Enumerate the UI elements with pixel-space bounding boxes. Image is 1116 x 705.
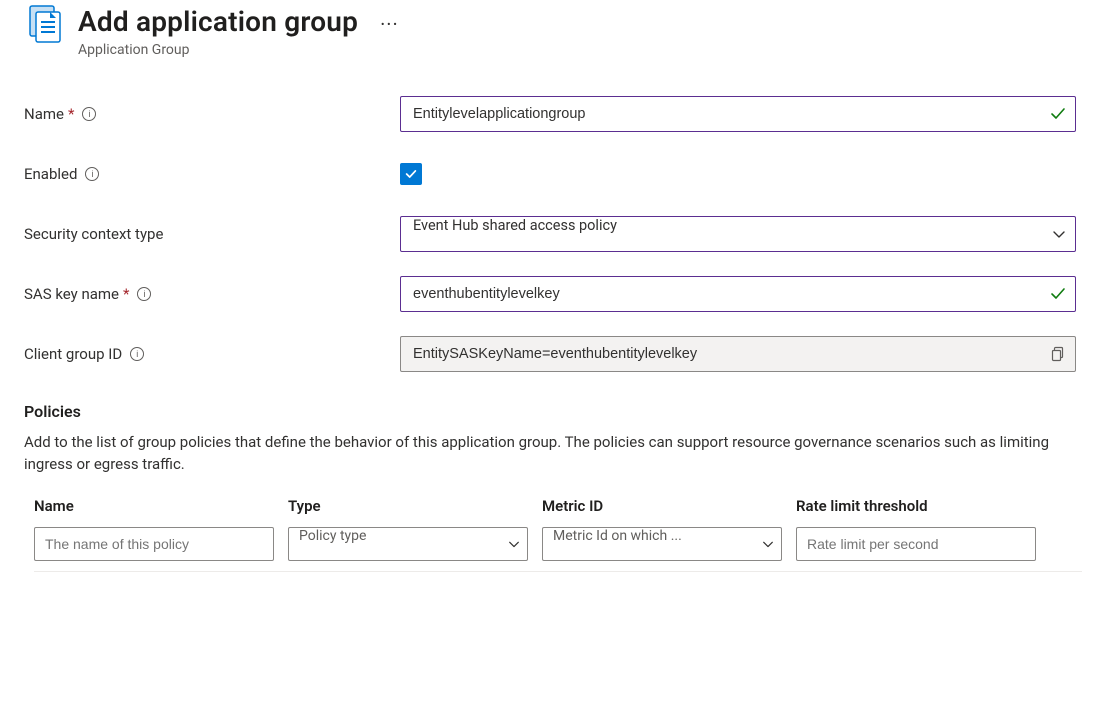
name-input[interactable] [400, 96, 1076, 132]
info-icon[interactable]: i [85, 167, 99, 181]
table-separator [34, 571, 1082, 572]
check-icon [1050, 106, 1066, 122]
enabled-label: Enabled [24, 165, 77, 183]
policies-col-threshold: Rate limit threshold [796, 497, 1036, 515]
policy-type-select[interactable]: Policy type [288, 527, 528, 561]
policy-metric-placeholder: Metric Id on which ... [553, 528, 682, 544]
policies-col-metric: Metric ID [542, 497, 782, 515]
policy-name-input[interactable] [34, 527, 274, 561]
required-marker: * [68, 105, 74, 123]
info-icon[interactable]: i [82, 107, 96, 121]
info-icon[interactable]: i [137, 287, 151, 301]
policy-threshold-input[interactable] [796, 527, 1036, 561]
policies-col-type: Type [288, 497, 528, 515]
policies-section-title: Policies [24, 402, 1092, 421]
copy-icon[interactable] [1050, 346, 1066, 362]
security-context-type-value: Event Hub shared access policy [413, 217, 617, 234]
application-group-icon [24, 4, 64, 44]
more-actions-button[interactable]: ··· [380, 14, 399, 34]
page-title: Add application group [78, 4, 358, 40]
policy-new-row: Policy type Metric Id on which ... [24, 527, 1092, 571]
security-context-type-label: Security context type [24, 225, 163, 243]
policy-metric-select[interactable]: Metric Id on which ... [542, 527, 782, 561]
check-icon [1050, 286, 1066, 302]
sas-key-name-input[interactable] [400, 276, 1076, 312]
policy-type-placeholder: Policy type [299, 528, 366, 544]
policies-col-name: Name [34, 497, 274, 515]
name-label: Name [24, 105, 64, 123]
info-icon[interactable]: i [130, 347, 144, 361]
page-header: Add application group Application Group … [24, 0, 1092, 58]
client-group-id-label: Client group ID [24, 345, 122, 363]
required-marker: * [123, 285, 129, 303]
sas-key-name-label: SAS key name [24, 285, 119, 303]
page-subtitle: Application Group [78, 42, 358, 58]
security-context-type-select[interactable]: Event Hub shared access policy [400, 216, 1076, 252]
client-group-id-field [400, 336, 1076, 372]
policies-section-description: Add to the list of group policies that d… [24, 431, 1084, 475]
enabled-checkbox[interactable] [400, 163, 422, 185]
